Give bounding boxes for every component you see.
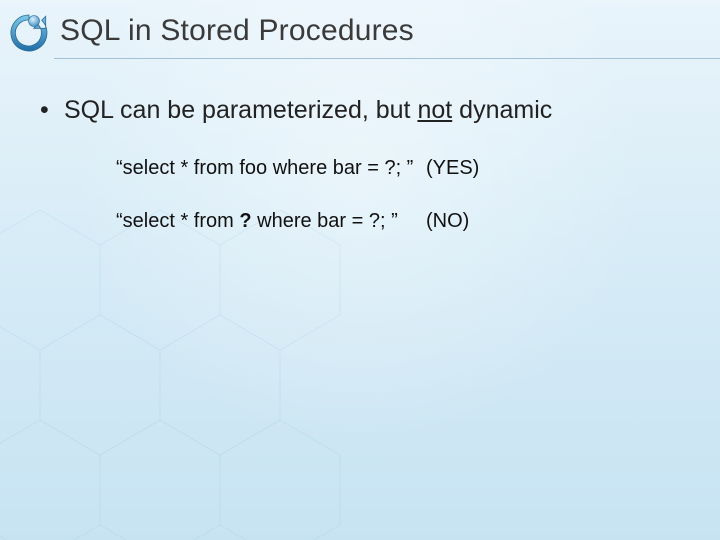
slide-body: • SQL can be parameterized, but not dyna… — [40, 96, 680, 263]
examples: “select * from foo where bar = ?; ” (YES… — [116, 157, 680, 233]
example-code: “select * from foo where bar = ?; ” — [116, 157, 426, 180]
slide-title: SQL in Stored Procedures — [60, 14, 414, 48]
slide: SQL in Stored Procedures • SQL can be pa… — [0, 0, 720, 540]
example-code-bold: ? — [239, 210, 251, 232]
title-bar: SQL in Stored Procedures — [0, 8, 720, 62]
example-code-after: where bar = ?; ” — [252, 210, 398, 232]
bullet-lead: SQL can be parameterized, but — [64, 96, 417, 124]
bullet-text: SQL can be parameterized, but not dynami… — [64, 96, 552, 125]
example-code-before: “select * from — [116, 210, 239, 232]
example-row: “select * from foo where bar = ?; ” (YES… — [116, 157, 680, 180]
bullet-tail: dynamic — [452, 96, 552, 124]
example-code: “select * from ? where bar = ?; ” — [116, 210, 426, 233]
title-underline — [54, 58, 720, 59]
bullet-underlined: not — [417, 96, 452, 124]
example-tag: (YES) — [426, 157, 479, 180]
bullet-dot: • — [40, 96, 64, 125]
example-row: “select * from ? where bar = ?; ” (NO) — [116, 210, 680, 233]
refresh-ring-icon — [6, 10, 52, 56]
bullet-line: • SQL can be parameterized, but not dyna… — [40, 96, 680, 125]
example-tag: (NO) — [426, 210, 469, 233]
